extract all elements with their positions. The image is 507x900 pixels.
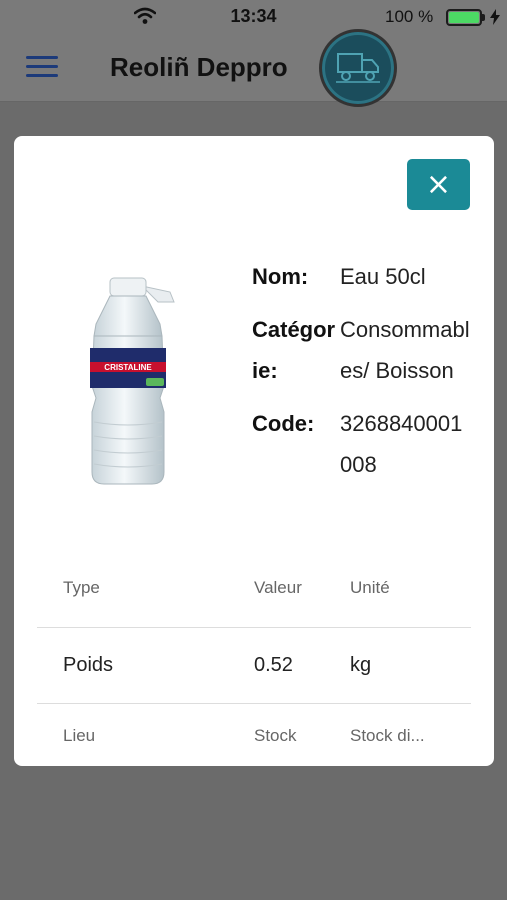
table-header-row: Type Valeur Unité (37, 556, 471, 628)
column-header: Valeur (254, 578, 302, 597)
field-categorie: Catégorie: Consommables/ Boisson (252, 309, 482, 391)
field-value: 3268840001008 (340, 411, 463, 477)
battery-icon (446, 9, 482, 26)
charging-bolt-icon (490, 9, 500, 25)
delivery-truck-icon (319, 29, 397, 107)
battery-percent: 100 % (385, 7, 434, 26)
battery-tip (482, 14, 485, 21)
field-value: Eau 50cl (340, 264, 426, 289)
status-bar: 13:34 100 % (0, 0, 507, 34)
column-header: Lieu (63, 726, 96, 745)
column-header: Type (63, 578, 100, 597)
column-header: Stock (254, 726, 297, 745)
product-detail-modal: × CRISTALINE Nom: Eau 50cl Catégorie: Co… (14, 136, 494, 766)
field-label: Nom: (252, 264, 309, 289)
table-cell: Poids (63, 654, 114, 676)
product-info: Nom: Eau 50cl Catégorie: Consommables/ B… (252, 256, 482, 497)
table-cell: kg (350, 654, 372, 676)
field-code: Code: 3268840001008 (252, 403, 482, 485)
field-label: Catégorie: (252, 317, 336, 383)
table-header-row: Lieu Stock Stock di... (37, 704, 471, 766)
table-cell: 0.52 (254, 654, 293, 676)
field-label: Code: (252, 411, 315, 436)
battery-fill (449, 12, 479, 23)
close-icon: × (425, 166, 452, 202)
column-header: Stock di... (350, 726, 425, 745)
close-button[interactable]: × (407, 159, 470, 210)
hamburger-menu-icon[interactable] (26, 56, 58, 78)
field-value: Consommables/ Boisson (340, 317, 470, 383)
svg-text:CRISTALINE: CRISTALINE (104, 363, 152, 372)
app-header: Reoliñ Deppro (0, 29, 507, 107)
water-bottle-image: CRISTALINE (90, 277, 175, 485)
field-nom: Nom: Eau 50cl (252, 256, 482, 297)
table-row: Poids 0.52 kg (37, 628, 471, 704)
details-table: Type Valeur Unité Poids 0.52 kg Lieu Sto… (37, 556, 471, 766)
app-title: Reoliñ Deppro (110, 52, 288, 82)
column-header: Unité (350, 578, 390, 597)
